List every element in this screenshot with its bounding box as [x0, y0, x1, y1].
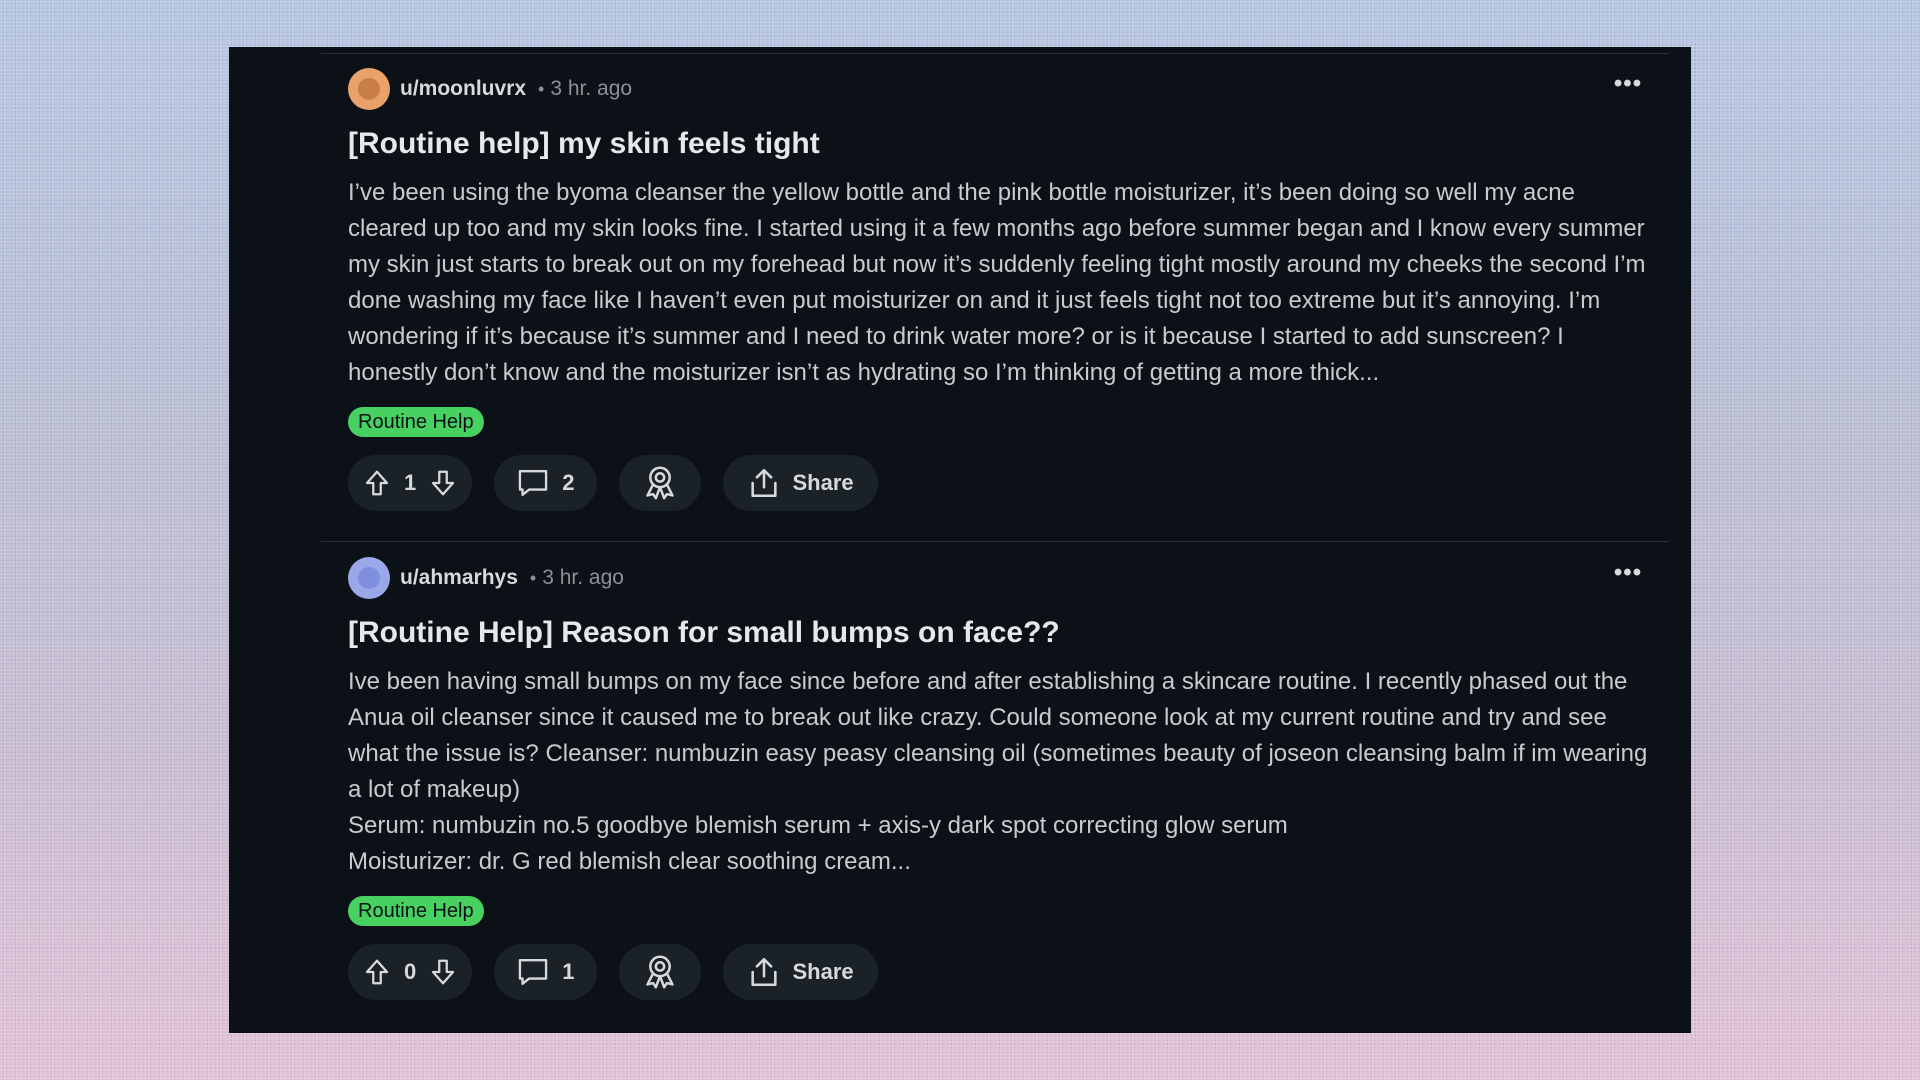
downvote-icon[interactable]	[428, 468, 458, 498]
action-bar: 0 1 Share	[348, 944, 1648, 1000]
award-icon	[643, 954, 677, 990]
share-label: Share	[792, 470, 854, 495]
share-icon	[747, 955, 781, 989]
post-meta: u/moonluvrx • 3 hr. ago	[348, 67, 1648, 111]
comments-button[interactable]: 2	[494, 455, 597, 511]
post-card[interactable]: u/ahmarhys • 3 hr. ago ••• [Routine Help…	[348, 556, 1648, 1000]
award-button[interactable]	[618, 455, 701, 511]
vote-count: 0	[404, 959, 417, 984]
vote-count: 1	[404, 470, 417, 495]
comments-button[interactable]: 1	[494, 944, 597, 1000]
post-card[interactable]: u/moonluvrx • 3 hr. ago ••• [Routine hel…	[348, 67, 1648, 511]
top-divider	[321, 53, 1669, 54]
post-timestamp: 3 hr. ago	[542, 566, 624, 589]
comment-count: 1	[562, 959, 575, 984]
post-body-line: I’ve been using the byoma cleanser the y…	[348, 179, 1646, 386]
meta-separator: •	[529, 567, 537, 588]
share-button[interactable]: Share	[722, 455, 878, 511]
post-body-line: Serum: numbuzin no.5 goodbye blemish ser…	[348, 812, 1288, 839]
more-options-icon[interactable]: •••	[1608, 561, 1648, 592]
upvote-icon[interactable]	[362, 468, 392, 498]
vote-control: 1	[348, 455, 473, 511]
post-body-line: Ive been having small bumps on my face s…	[348, 668, 1648, 803]
award-button[interactable]	[618, 944, 701, 1000]
comment-icon	[516, 956, 550, 988]
flair-badge[interactable]: Routine Help	[348, 407, 484, 437]
action-bar: 1 2 Share	[348, 455, 1648, 511]
post-timestamp: 3 hr. ago	[550, 77, 633, 100]
downvote-icon[interactable]	[428, 957, 458, 987]
username-link[interactable]: u/moonluvrx	[400, 77, 526, 101]
share-icon	[747, 466, 781, 500]
comment-count: 2	[562, 470, 575, 495]
post-meta: u/ahmarhys • 3 hr. ago	[348, 556, 1648, 600]
share-label: Share	[792, 959, 854, 984]
award-icon	[643, 465, 677, 501]
post-title[interactable]: [Routine help] my skin feels tight	[348, 125, 1648, 163]
comment-icon	[516, 467, 550, 499]
meta-separator: •	[538, 78, 545, 99]
post-body-line: Moisturizer: dr. G red blemish clear soo…	[348, 848, 911, 875]
avatar[interactable]	[348, 68, 390, 110]
post-title[interactable]: [Routine Help] Reason for small bumps on…	[348, 614, 1648, 652]
share-button[interactable]: Share	[722, 944, 878, 1000]
flair-badge[interactable]: Routine Help	[348, 896, 484, 926]
post-body[interactable]: Ive been having small bumps on my face s…	[348, 664, 1648, 880]
post-body[interactable]: I’ve been using the byoma cleanser the y…	[348, 175, 1648, 391]
avatar[interactable]	[348, 557, 390, 599]
username-link[interactable]: u/ahmarhys	[400, 566, 518, 590]
post-divider	[321, 541, 1669, 542]
feed-panel: u/moonluvrx • 3 hr. ago ••• [Routine hel…	[229, 47, 1691, 1033]
upvote-icon[interactable]	[362, 957, 392, 987]
more-options-icon[interactable]: •••	[1608, 72, 1648, 103]
vote-control: 0	[348, 944, 473, 1000]
